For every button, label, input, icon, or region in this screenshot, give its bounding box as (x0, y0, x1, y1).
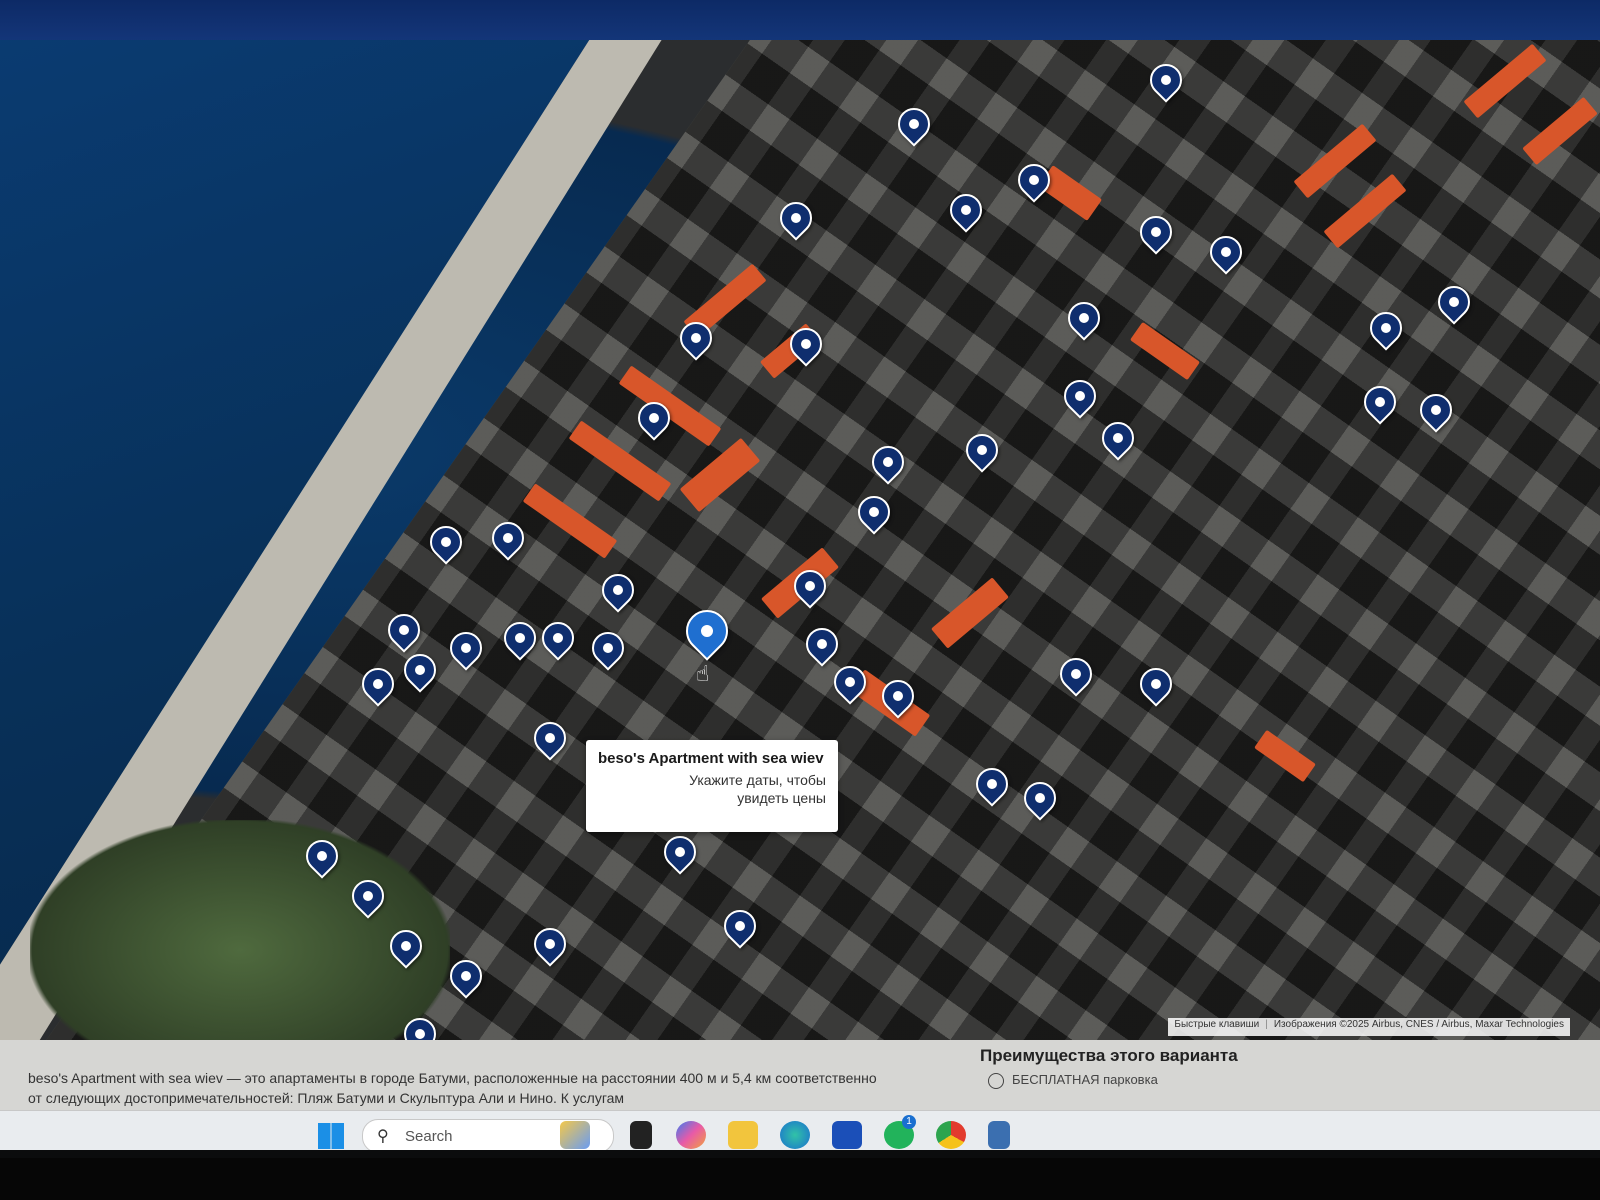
whatsapp-icon[interactable]: 1 (884, 1115, 916, 1149)
imagery-credit: Изображения ©2025 Airbus, CNES / Airbus,… (1273, 1019, 1564, 1030)
search-placeholder: Search (405, 1128, 453, 1145)
whatsapp-badge: 1 (902, 1115, 916, 1129)
advantages-heading: Преимущества этого варианта (980, 1046, 1238, 1065)
windows-start-icon[interactable] (318, 1123, 344, 1149)
search-icon: ⚲ (377, 1128, 389, 1145)
listing-tooltip[interactable]: beso's Apartment with sea wiev Укажите д… (586, 740, 838, 832)
listing-title: beso's Apartment with sea wiev (598, 750, 824, 767)
advantage-label: БЕСПЛАТНАЯ парковка (1012, 1072, 1158, 1087)
copilot-sparkle-icon[interactable] (560, 1121, 590, 1149)
listing-price-hint: Укажите даты, чтобы увидеть цены (598, 771, 826, 807)
chrome-icon[interactable] (936, 1121, 966, 1149)
screen: ☝ beso's Apartment with sea wiev Укажите… (0, 0, 1600, 1150)
task-view-icon[interactable] (630, 1121, 652, 1149)
park-area (30, 820, 450, 1060)
monitor-bezel (0, 1158, 1600, 1200)
keyboard-shortcuts-link[interactable]: Быстрые клавиши (1174, 1019, 1259, 1030)
price-hint-line2: увидеть цены (737, 790, 826, 806)
edge-browser-icon[interactable] (780, 1121, 810, 1149)
file-explorer-icon[interactable] (728, 1121, 758, 1149)
app-icon[interactable] (988, 1121, 1010, 1149)
advantage-item: БЕСПЛАТНАЯ парковка (988, 1072, 1158, 1089)
satellite-map[interactable]: ☝ beso's Apartment with sea wiev Укажите… (0, 40, 1600, 1060)
price-hint-line1: Укажите даты, чтобы (689, 772, 826, 788)
map-attribution: Быстрые клавиши | Изображения ©2025 Airbus… (1168, 1018, 1570, 1036)
store-icon[interactable] (832, 1121, 862, 1149)
windows-taskbar: ⚲ Search 1 (0, 1110, 1600, 1150)
parking-icon (988, 1072, 1004, 1089)
hand-cursor-icon: ☝ (696, 662, 710, 687)
listing-description: beso's Apartment with sea wiev — это апа… (28, 1070, 877, 1106)
copilot-icon[interactable] (676, 1121, 706, 1149)
attribution-separator: | (1265, 1019, 1268, 1030)
